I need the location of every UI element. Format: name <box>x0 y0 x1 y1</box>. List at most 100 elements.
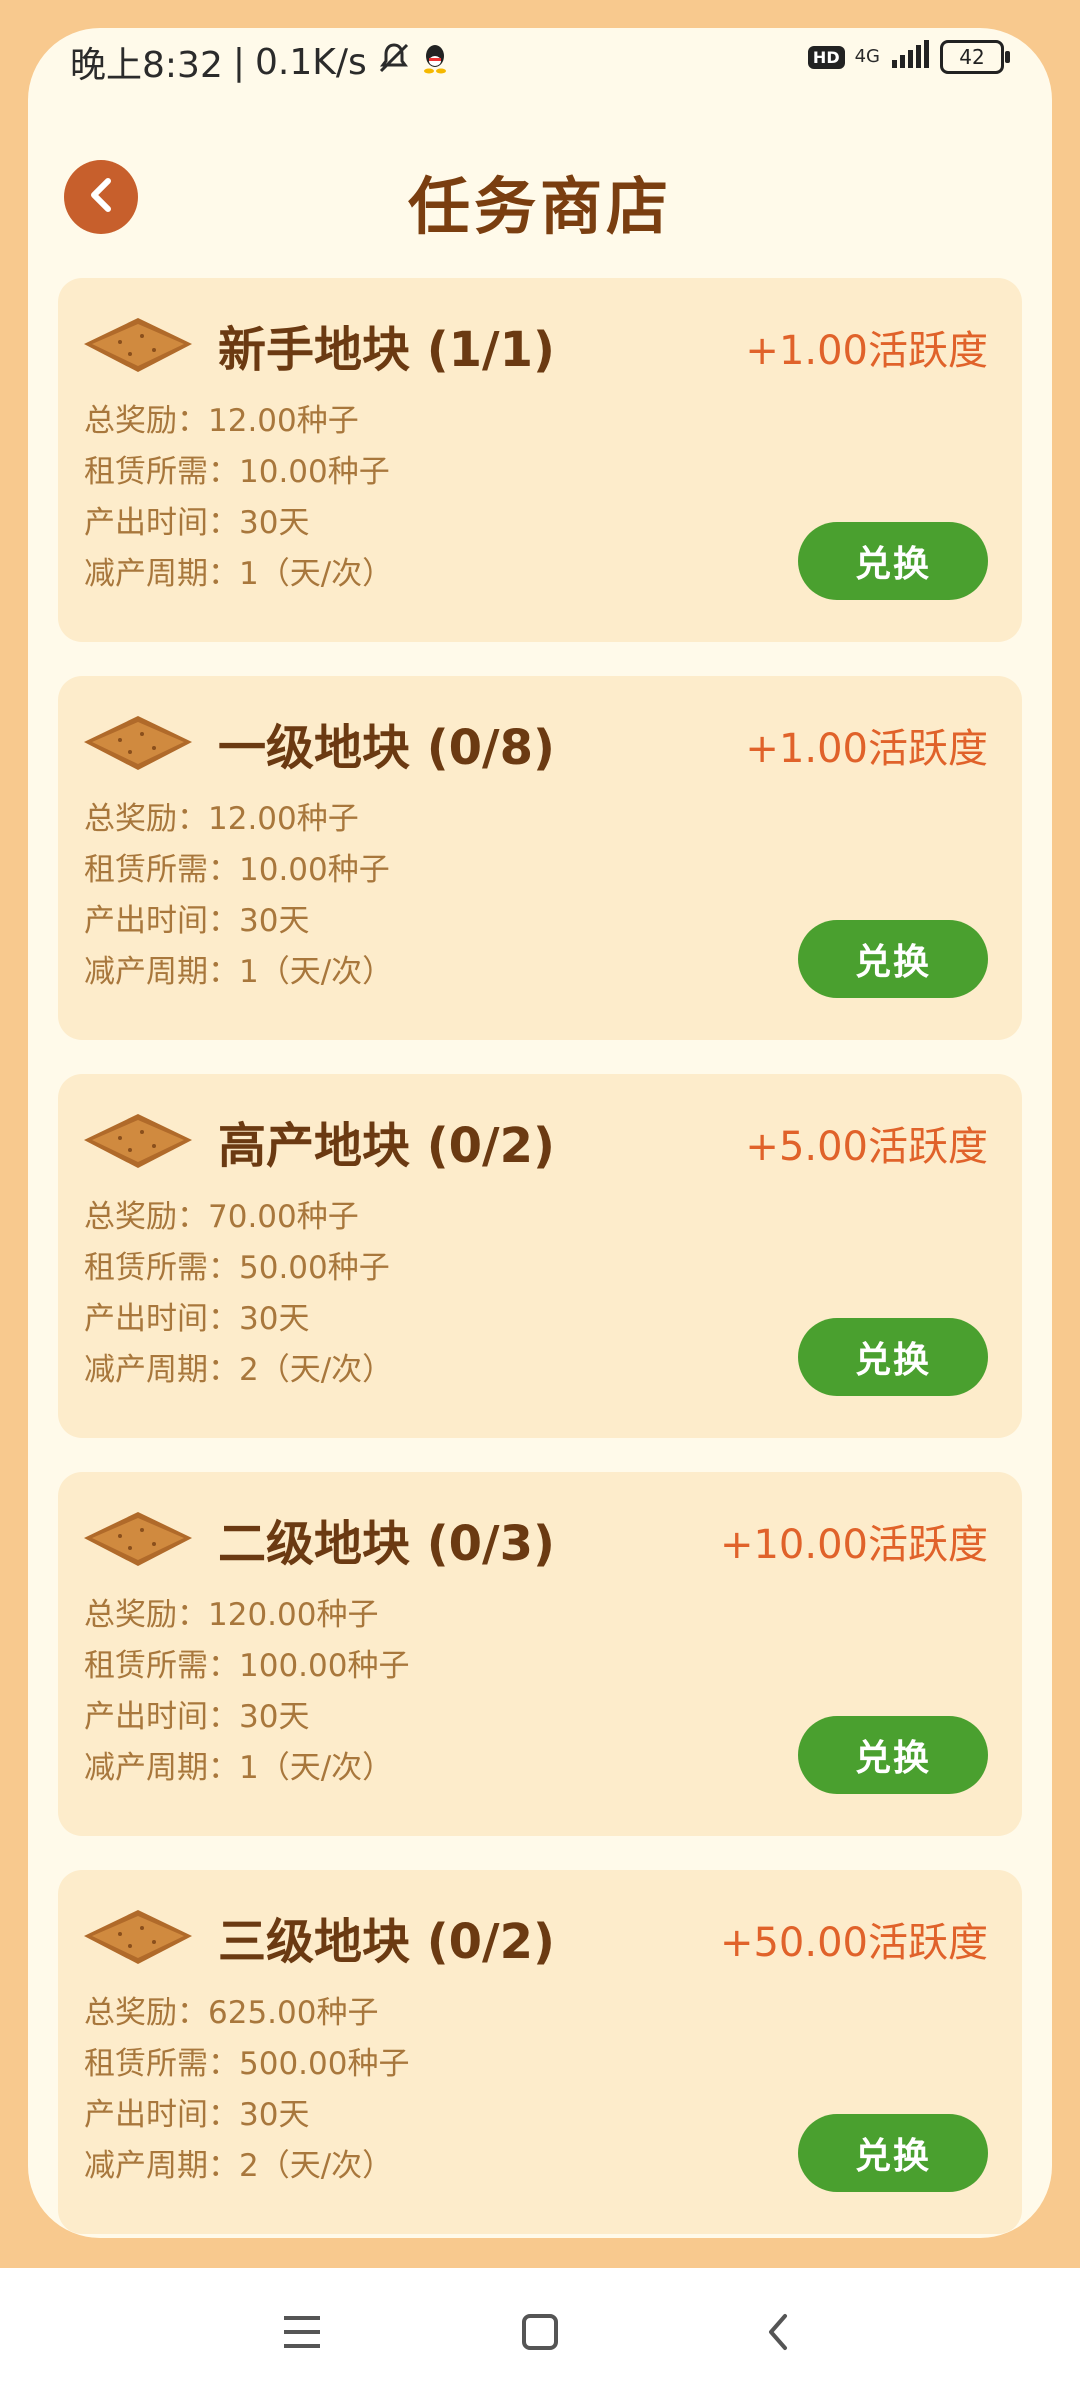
output-time-label: 产出时间： <box>84 903 239 939</box>
rent-required-row: 租赁所需：10.00种子 <box>84 447 393 498</box>
exchange-button[interactable]: 兑换 <box>798 522 988 600</box>
rent-required-row: 租赁所需：50.00种子 <box>84 1243 393 1294</box>
card-title: 一级地块 (0/8) <box>218 720 555 776</box>
card-info: 总奖励：12.00种子 租赁所需：10.00种子 产出时间：30天 减产周期：1… <box>84 794 393 998</box>
qq-icon <box>421 42 449 83</box>
reduction-cycle-row: 减产周期：2（天/次） <box>84 1345 393 1396</box>
nav-back-button[interactable] <box>748 2304 808 2364</box>
rent-required-label: 租赁所需： <box>84 454 239 490</box>
card-info: 总奖励：12.00种子 租赁所需：10.00种子 产出时间：30天 减产周期：1… <box>84 396 393 600</box>
exchange-button[interactable]: 兑换 <box>798 1716 988 1794</box>
plot-card: 二级地块 (0/3) +10.00活跃度 总奖励：120.00种子 租赁所需：1… <box>58 1472 1022 1836</box>
signal-icon <box>890 40 930 74</box>
status-right: HD 4G 42 <box>807 40 1010 74</box>
mute-icon <box>377 41 411 84</box>
output-time-row: 产出时间：30天 <box>84 2090 409 2141</box>
soil-plot-icon <box>80 1508 196 1572</box>
reduction-cycle-label: 减产周期： <box>84 1750 239 1786</box>
activity-points: +5.00活跃度 <box>745 1124 988 1170</box>
reduction-cycle-value: 2（天/次） <box>239 1352 394 1388</box>
total-reward-label: 总奖励： <box>84 403 208 439</box>
card-info: 总奖励：70.00种子 租赁所需：50.00种子 产出时间：30天 减产周期：2… <box>84 1192 393 1396</box>
reduction-cycle-label: 减产周期： <box>84 1352 239 1388</box>
soil-plot-icon <box>80 1906 196 1970</box>
menu-button[interactable] <box>272 2304 332 2364</box>
rent-required-row: 租赁所需：100.00种子 <box>84 1641 409 1692</box>
reduction-cycle-label: 减产周期： <box>84 954 239 990</box>
task-list: 新手地块 (1/1) +1.00活跃度 总奖励：12.00种子 租赁所需：10.… <box>58 278 1022 2238</box>
activity-points: +1.00活跃度 <box>745 726 988 772</box>
plot-card: 新手地块 (1/1) +1.00活跃度 总奖励：12.00种子 租赁所需：10.… <box>58 278 1022 642</box>
app-panel: 晚上8:32 | 0.1K/s HD 4G 42 任务商店 新手地块 (1/1)… <box>28 28 1052 2238</box>
total-reward-row: 总奖励：120.00种子 <box>84 1590 409 1641</box>
rent-required-label: 租赁所需： <box>84 852 239 888</box>
reduction-cycle-row: 减产周期：1（天/次） <box>84 1743 409 1794</box>
activity-points: +10.00活跃度 <box>719 1522 988 1568</box>
total-reward-value: 12.00种子 <box>208 403 359 439</box>
rent-required-value: 50.00种子 <box>239 1250 390 1286</box>
output-time-label: 产出时间： <box>84 1301 239 1337</box>
reduction-cycle-label: 减产周期： <box>84 2148 239 2184</box>
battery-indicator: 42 <box>940 40 1010 74</box>
reduction-cycle-row: 减产周期：2（天/次） <box>84 2141 409 2192</box>
card-title: 新手地块 (1/1) <box>218 322 555 378</box>
reduction-cycle-row: 减产周期：1（天/次） <box>84 549 393 600</box>
output-time-value: 30天 <box>239 1301 310 1337</box>
page-title: 任务商店 <box>407 170 672 243</box>
total-reward-row: 总奖励：12.00种子 <box>84 396 393 447</box>
system-nav-bar <box>0 2268 1080 2400</box>
rent-required-row: 租赁所需：10.00种子 <box>84 845 393 896</box>
rent-required-value: 500.00种子 <box>239 2046 410 2082</box>
exchange-button[interactable]: 兑换 <box>798 2114 988 2192</box>
output-time-label: 产出时间： <box>84 505 239 541</box>
rent-required-label: 租赁所需： <box>84 2046 239 2082</box>
total-reward-row: 总奖励：625.00种子 <box>84 1988 409 2039</box>
card-info: 总奖励：625.00种子 租赁所需：500.00种子 产出时间：30天 减产周期… <box>84 1988 409 2192</box>
reduction-cycle-label: 减产周期： <box>84 556 239 592</box>
output-time-row: 产出时间：30天 <box>84 1294 393 1345</box>
status-bar: 晚上8:32 | 0.1K/s HD 4G 42 <box>28 28 1052 92</box>
home-button[interactable] <box>510 2304 570 2364</box>
plot-card: 一级地块 (0/8) +1.00活跃度 总奖励：12.00种子 租赁所需：10.… <box>58 676 1022 1040</box>
soil-plot-icon <box>80 314 196 378</box>
total-reward-label: 总奖励： <box>84 1995 208 2031</box>
rent-required-row: 租赁所需：500.00种子 <box>84 2039 409 2090</box>
reduction-cycle-value: 2（天/次） <box>239 2148 394 2184</box>
output-time-value: 30天 <box>239 505 310 541</box>
total-reward-row: 总奖励：70.00种子 <box>84 1192 393 1243</box>
network-type: 4G <box>854 46 880 67</box>
status-left: 晚上8:32 | 0.1K/s <box>70 36 449 88</box>
total-reward-label: 总奖励： <box>84 1199 208 1235</box>
reduction-cycle-value: 1（天/次） <box>239 1750 394 1786</box>
output-time-value: 30天 <box>239 903 310 939</box>
soil-plot-icon <box>80 1110 196 1174</box>
rent-required-value: 100.00种子 <box>239 1648 410 1684</box>
output-time-row: 产出时间：30天 <box>84 896 393 947</box>
exchange-button[interactable]: 兑换 <box>798 1318 988 1396</box>
home-icon <box>520 2312 560 2356</box>
header: 任务商店 <box>28 128 1052 268</box>
card-title: 三级地块 (0/2) <box>218 1914 555 1970</box>
total-reward-value: 625.00种子 <box>208 1995 379 2031</box>
card-title: 二级地块 (0/3) <box>218 1516 555 1572</box>
plot-card: 三级地块 (0/2) +50.00活跃度 总奖励：625.00种子 租赁所需：5… <box>58 1870 1022 2234</box>
rent-required-label: 租赁所需： <box>84 1250 239 1286</box>
total-reward-value: 12.00种子 <box>208 801 359 837</box>
exchange-button[interactable]: 兑换 <box>798 920 988 998</box>
rent-required-value: 10.00种子 <box>239 454 390 490</box>
output-time-label: 产出时间： <box>84 1699 239 1735</box>
activity-points: +50.00活跃度 <box>719 1920 988 1966</box>
soil-plot-icon <box>80 712 196 776</box>
total-reward-label: 总奖励： <box>84 1597 208 1633</box>
status-time: 晚上8:32 <box>70 45 223 86</box>
output-time-row: 产出时间：30天 <box>84 498 393 549</box>
reduction-cycle-value: 1（天/次） <box>239 954 394 990</box>
total-reward-value: 120.00种子 <box>208 1597 379 1633</box>
nav-back-icon <box>763 2310 793 2358</box>
output-time-label: 产出时间： <box>84 2097 239 2133</box>
status-speed: 0.1K/s <box>254 41 367 83</box>
rent-required-label: 租赁所需： <box>84 1648 239 1684</box>
total-reward-value: 70.00种子 <box>208 1199 359 1235</box>
output-time-row: 产出时间：30天 <box>84 1692 409 1743</box>
hd-badge: HD <box>807 45 845 69</box>
